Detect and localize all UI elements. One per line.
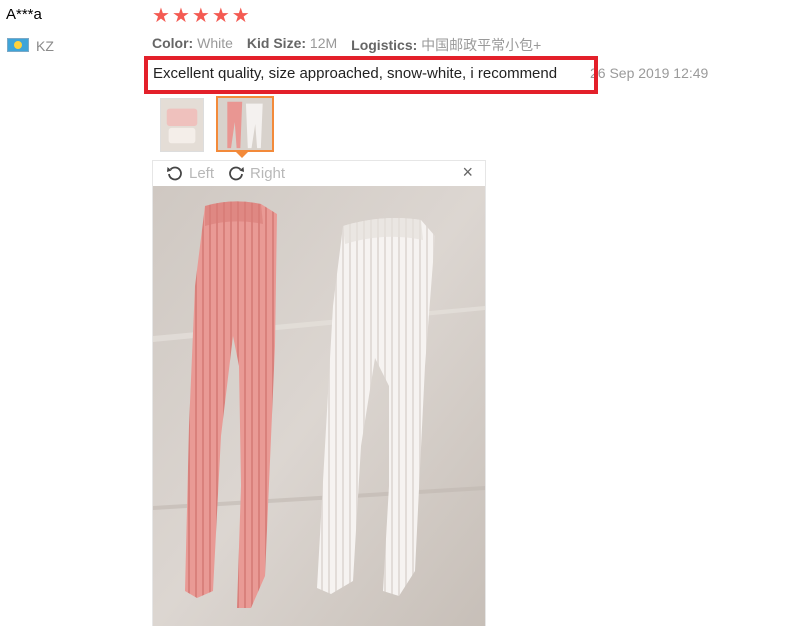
star-icon: ★	[191, 5, 210, 27]
buyer-name: A***a	[6, 6, 42, 23]
attribute-label: Logistics:	[351, 37, 418, 53]
review-photo-thumbnail-selected[interactable]	[216, 96, 274, 152]
attribute-value: 12M	[309, 35, 338, 51]
review-photo-leggings	[153, 186, 485, 626]
photo-viewer-toolbar: Left Right ×	[153, 161, 485, 185]
highlight-box	[144, 56, 598, 94]
attribute-label: Color:	[152, 35, 194, 51]
rotate-right-label: Right	[250, 164, 286, 182]
review-date: 26 Sep 2019 12:49	[590, 65, 709, 81]
attribute-logistics: Logistics: 中国邮政平常小包+	[351, 35, 541, 55]
rating-stars: ★ ★ ★ ★ ★	[152, 6, 250, 26]
star-icon: ★	[152, 5, 170, 27]
attribute-label: Kid Size:	[246, 35, 307, 51]
kazakhstan-flag-icon	[7, 38, 29, 52]
rotate-right-icon	[229, 166, 245, 181]
rotate-left-label: Left	[189, 164, 215, 182]
review-photo-thumbnail[interactable]	[160, 98, 204, 152]
attribute-color: Color: White	[152, 35, 233, 55]
rotate-left-icon	[167, 166, 182, 181]
buyer-country: KZ	[36, 38, 54, 54]
rotate-left-button[interactable]: Left	[165, 163, 214, 183]
selected-thumbnail-pointer	[235, 151, 249, 158]
attribute-value: 中国邮政平常小包+	[421, 37, 542, 53]
attribute-value: White	[197, 35, 233, 51]
star-icon: ★	[231, 5, 250, 27]
rotate-right-button[interactable]: Right	[226, 163, 285, 183]
attribute-kid-size: Kid Size: 12M	[247, 35, 337, 55]
star-icon: ★	[211, 5, 230, 27]
star-icon: ★	[171, 5, 190, 27]
photo-viewer: Left Right ×	[152, 160, 486, 626]
order-attributes: Color: White Kid Size: 12M Logistics: 中国…	[152, 35, 541, 55]
close-viewer-button[interactable]: ×	[462, 162, 473, 183]
